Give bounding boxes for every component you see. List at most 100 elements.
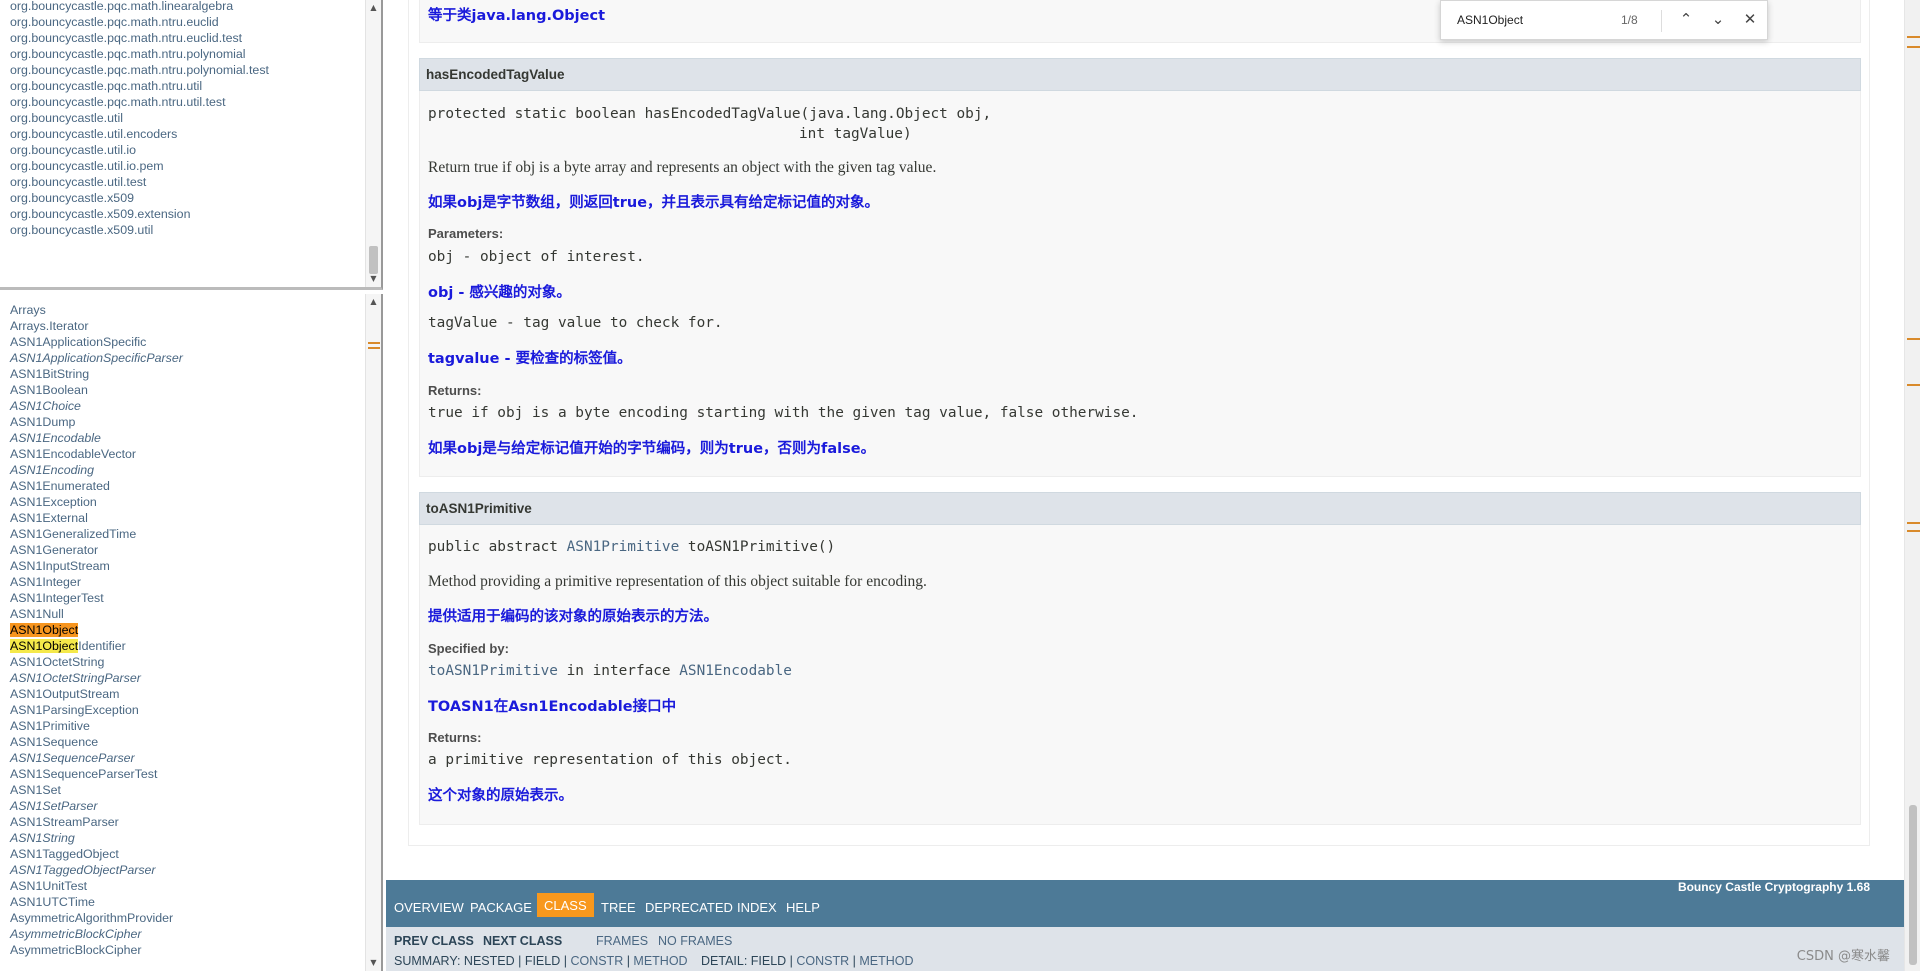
class-link[interactable]: ASN1BitString (10, 366, 361, 382)
detail-constr-link[interactable]: CONSTR (796, 954, 849, 968)
find-in-page-bar: ASN1Object 1/8 ⌃ ⌄ ✕ (1440, 0, 1768, 40)
returns-label: Returns: (428, 730, 482, 745)
method-description-cn: 如果obj是字节数组，则返回true，并且表示具有给定标记值的对象。 (428, 195, 880, 211)
class-link[interactable]: ASN1OctetStringParser (10, 670, 361, 686)
class-link[interactable]: ASN1String (10, 830, 361, 846)
package-link[interactable]: org.bouncycastle.util.test (10, 174, 361, 190)
find-previous-chevron-up-icon[interactable]: ⌃ (1675, 9, 1697, 31)
class-link[interactable]: ASN1Integer (10, 574, 361, 590)
scroll-up-arrow-icon[interactable]: ▲ (366, 294, 381, 310)
search-match-marker (1907, 36, 1920, 38)
class-link[interactable]: AsymmetricBlockCipher (10, 926, 361, 942)
package-link[interactable]: org.bouncycastle.util.encoders (10, 126, 361, 142)
package-link[interactable]: org.bouncycastle.util (10, 110, 361, 126)
package-list-frame: org.bouncycastle.pqc.math.linearalgebra o… (0, 0, 383, 290)
class-link[interactable]: ASN1UTCTime (10, 894, 361, 910)
package-link[interactable]: org.bouncycastle.pqc.math.ntru.util (10, 78, 361, 94)
package-link[interactable]: org.bouncycastle.util.io.pem (10, 158, 361, 174)
package-link[interactable]: org.bouncycastle.pqc.math.ntru.util.test (10, 94, 361, 110)
detail-nav: DETAIL: FIELD | CONSTR | METHOD (701, 954, 914, 968)
method-detail-section: 等于类java.lang.Object hasEncodedTagValue p… (408, 0, 1870, 846)
class-link[interactable]: AsymmetricBlockCipher (10, 942, 361, 958)
class-link[interactable]: ASN1Choice (10, 398, 361, 414)
package-link[interactable]: org.bouncycastle.x509 (10, 190, 361, 206)
parameters-label: Parameters: (428, 226, 504, 241)
asn1primitive-type-link[interactable]: ASN1Primitive (567, 539, 680, 555)
next-class-link[interactable]: NEXT CLASS (483, 934, 562, 948)
class-link[interactable]: ASN1StreamParser (10, 814, 361, 830)
summary-constr-link[interactable]: CONSTR (570, 954, 623, 968)
class-link[interactable]: ASN1External (10, 510, 361, 526)
nav-index[interactable]: INDEX (737, 900, 777, 915)
summary-method-link[interactable]: METHOD (633, 954, 687, 968)
scroll-down-arrow-icon[interactable]: ▼ (366, 955, 381, 971)
frames-link[interactable]: FRAMES (596, 934, 648, 948)
class-link[interactable]: Arrays.Iterator (10, 318, 361, 334)
returns-text: true if obj is a byte encoding starting … (428, 405, 1139, 421)
class-link[interactable]: ASN1GeneralizedTime (10, 526, 361, 542)
specified-by-cn: TOASN1在Asn1Encodable接口中 (428, 699, 677, 715)
page-scrollbar[interactable] (1904, 0, 1920, 971)
class-list-scrollbar[interactable]: ▲ ▼ (365, 294, 381, 971)
class-link[interactable]: AsymmetricAlgorithmProvider (10, 910, 361, 926)
watermark: CSDN @寒水馨 (1796, 949, 1890, 964)
class-link[interactable]: ASN1SetParser (10, 798, 361, 814)
class-link[interactable]: ASN1Encodable (10, 430, 361, 446)
class-link[interactable]: ASN1Enumerated (10, 478, 361, 494)
class-link[interactable]: ASN1TaggedObjectParser (10, 862, 361, 878)
class-link[interactable]: ASN1Boolean (10, 382, 361, 398)
toasn1primitive-link[interactable]: toASN1Primitive (428, 663, 558, 679)
package-link[interactable]: org.bouncycastle.pqc.math.ntru.euclid.te… (10, 30, 361, 46)
class-link[interactable]: ASN1Dump (10, 414, 361, 430)
class-link[interactable]: ASN1Sequence (10, 734, 361, 750)
class-link[interactable]: ASN1Set (10, 782, 361, 798)
find-close-icon[interactable]: ✕ (1739, 9, 1761, 31)
find-next-chevron-down-icon[interactable]: ⌄ (1707, 9, 1729, 31)
package-link[interactable]: org.bouncycastle.util.io (10, 142, 361, 158)
nav-class-active[interactable]: CLASS (537, 893, 594, 917)
class-link[interactable]: ASN1OctetString (10, 654, 361, 670)
detail-method-link[interactable]: METHOD (859, 954, 913, 968)
class-link[interactable]: ASN1SequenceParser (10, 750, 361, 766)
package-link[interactable]: org.bouncycastle.pqc.math.linearalgebra (10, 0, 361, 14)
class-link[interactable]: ASN1EncodableVector (10, 446, 361, 462)
search-match-marker (368, 347, 380, 349)
class-link[interactable]: ASN1Object (10, 622, 361, 638)
class-link[interactable]: ASN1Generator (10, 542, 361, 558)
class-link[interactable]: ASN1Null (10, 606, 361, 622)
asn1encodable-link[interactable]: ASN1Encodable (679, 663, 792, 679)
package-link[interactable]: org.bouncycastle.pqc.math.ntru.polynomia… (10, 62, 361, 78)
class-link[interactable]: ASN1ApplicationSpecificParser (10, 350, 361, 366)
no-frames-link[interactable]: NO FRAMES (658, 934, 732, 948)
package-link[interactable]: org.bouncycastle.x509.util (10, 222, 361, 238)
class-link[interactable]: ASN1OutputStream (10, 686, 361, 702)
nav-help[interactable]: HELP (786, 900, 820, 915)
nav-package[interactable]: PACKAGE (470, 900, 532, 915)
package-link[interactable]: org.bouncycastle.pqc.math.ntru.euclid (10, 14, 361, 30)
package-list-scrollbar[interactable]: ▲ ▼ (365, 0, 381, 287)
class-link[interactable]: ASN1Encoding (10, 462, 361, 478)
class-link[interactable]: ASN1InputStream (10, 558, 361, 574)
find-input[interactable]: ASN1Object (1457, 13, 1523, 27)
class-link[interactable]: ASN1ObjectIdentifier (10, 638, 361, 654)
scroll-thumb[interactable] (369, 246, 378, 274)
class-link[interactable]: ASN1TaggedObject (10, 846, 361, 862)
package-link[interactable]: org.bouncycastle.x509.extension (10, 206, 361, 222)
class-link[interactable]: ASN1ParsingException (10, 702, 361, 718)
prev-class-link[interactable]: PREV CLASS (394, 934, 474, 948)
scroll-up-arrow-icon[interactable]: ▲ (366, 0, 381, 16)
class-link[interactable]: ASN1SequenceParserTest (10, 766, 361, 782)
scroll-down-arrow-icon[interactable]: ▼ (366, 271, 381, 287)
class-link[interactable]: ASN1IntegerTest (10, 590, 361, 606)
nav-deprecated[interactable]: DEPRECATED (645, 900, 733, 915)
nav-overview[interactable]: OVERVIEW (394, 900, 464, 915)
page-scroll-thumb[interactable] (1909, 805, 1917, 965)
nav-tree[interactable]: TREE (601, 900, 636, 915)
class-link[interactable]: ASN1Primitive (10, 718, 361, 734)
class-link[interactable]: ASN1Exception (10, 494, 361, 510)
class-link[interactable]: ASN1UnitTest (10, 878, 361, 894)
package-link[interactable]: org.bouncycastle.pqc.math.ntru.polynomia… (10, 46, 361, 62)
class-link[interactable]: Arrays (10, 302, 361, 318)
search-match-marker (1907, 384, 1920, 386)
class-link[interactable]: ASN1ApplicationSpecific (10, 334, 361, 350)
